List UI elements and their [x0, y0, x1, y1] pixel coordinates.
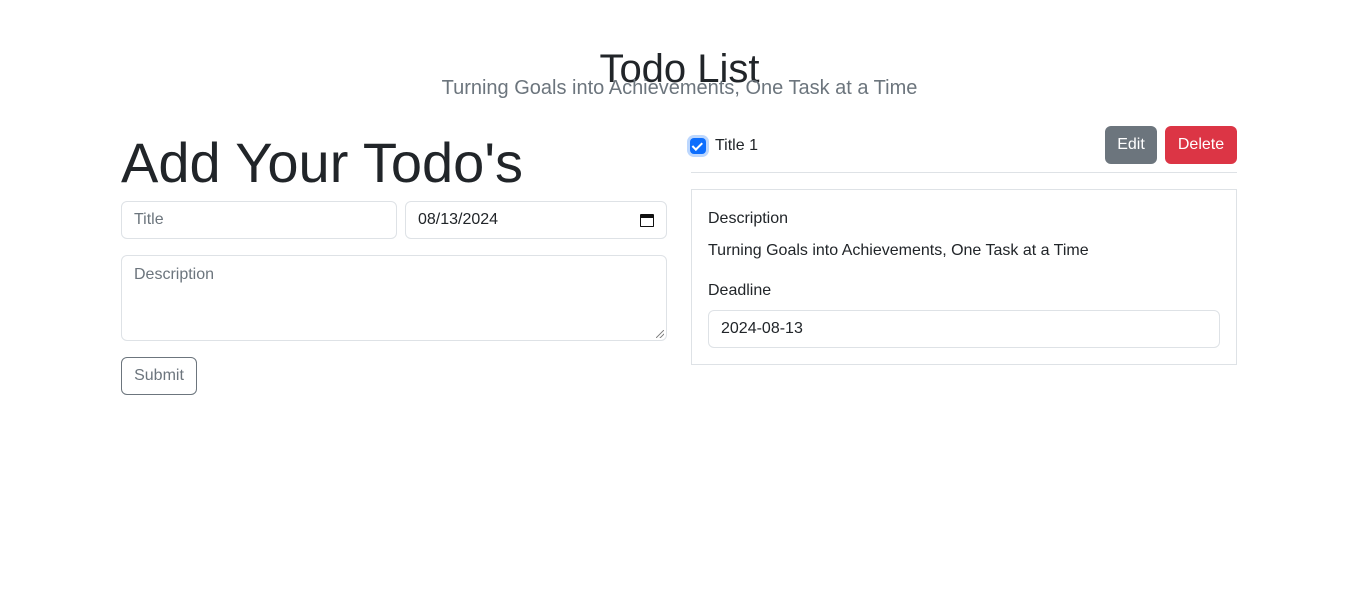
todo-details-card: Description Turning Goals into Achieveme… — [691, 189, 1237, 365]
todo-title: Title 1 — [715, 137, 758, 154]
title-input[interactable]: Title — [121, 201, 397, 239]
delete-button[interactable]: Delete — [1165, 126, 1237, 164]
divider — [691, 172, 1237, 173]
edit-button[interactable]: Edit — [1105, 126, 1157, 164]
title-input-placeholder: Title — [134, 211, 164, 228]
description-input[interactable]: Description — [121, 255, 667, 341]
check-icon — [691, 139, 703, 151]
description-input-placeholder: Description — [134, 266, 215, 283]
todo-checkbox[interactable] — [690, 138, 706, 154]
page-subtitle: Turning Goals into Achievements, One Tas… — [441, 77, 918, 99]
resize-grip-icon[interactable] — [656, 330, 664, 338]
calendar-icon[interactable] — [640, 213, 654, 227]
deadline-label: Deadline — [708, 282, 772, 299]
form-heading: Add Your Todo's — [121, 131, 524, 194]
date-input[interactable]: 08/13/2024 — [405, 201, 667, 239]
description-value: Turning Goals into Achievements, One Tas… — [708, 242, 1089, 259]
date-input-value: 08/13/2024 — [418, 211, 499, 228]
deadline-field[interactable]: 2024-08-13 — [708, 310, 1220, 348]
submit-button[interactable]: Submit — [121, 357, 197, 395]
description-label: Description — [708, 210, 789, 227]
